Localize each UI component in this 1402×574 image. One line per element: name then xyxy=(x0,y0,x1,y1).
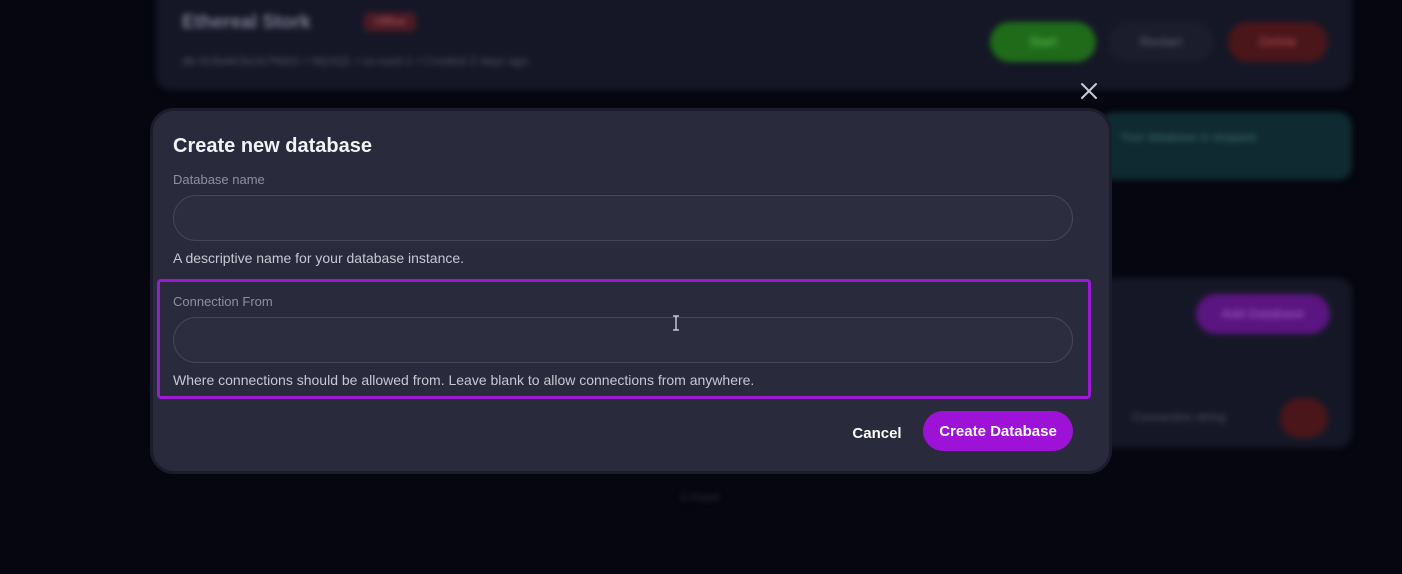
server-title: Ethereal Stork xyxy=(182,12,311,33)
text-cursor-icon xyxy=(673,315,679,331)
delete-button: Delete xyxy=(1228,22,1328,62)
add-database-button: Add Database xyxy=(1196,294,1330,334)
footer-text: © Panel xyxy=(680,492,720,504)
connection-from-input[interactable] xyxy=(173,317,1073,363)
server-meta: db-0c9a4e3a1b7f4d2c • MySQL • us-east-1 … xyxy=(182,54,529,68)
connection-from-helper: Where connections should be allowed from… xyxy=(173,372,755,388)
remove-database-button xyxy=(1280,398,1328,438)
screen: Ethereal Stork Offline db-0c9a4e3a1b7f4d… xyxy=(0,0,1402,574)
database-name-label: Database name xyxy=(173,172,265,187)
database-row-text: Connection string xyxy=(1132,410,1226,424)
create-database-button[interactable]: Create Database xyxy=(923,411,1073,451)
connection-from-label: Connection From xyxy=(173,294,273,309)
modal-title: Create new database xyxy=(173,135,372,157)
database-name-helper: A descriptive name for your database ins… xyxy=(173,250,465,266)
cancel-button[interactable]: Cancel xyxy=(839,413,915,453)
restart-button: Restart xyxy=(1108,22,1214,62)
database-name-input[interactable] xyxy=(173,195,1073,241)
close-button[interactable] xyxy=(1076,78,1102,104)
create-database-modal: Create new database Database name A desc… xyxy=(150,108,1112,474)
close-icon xyxy=(1081,83,1097,99)
start-button: Start xyxy=(990,22,1096,62)
status-badge: Offline xyxy=(364,12,416,32)
info-alert xyxy=(1100,112,1352,180)
alert-text: Your database is stopped. xyxy=(1120,130,1259,144)
